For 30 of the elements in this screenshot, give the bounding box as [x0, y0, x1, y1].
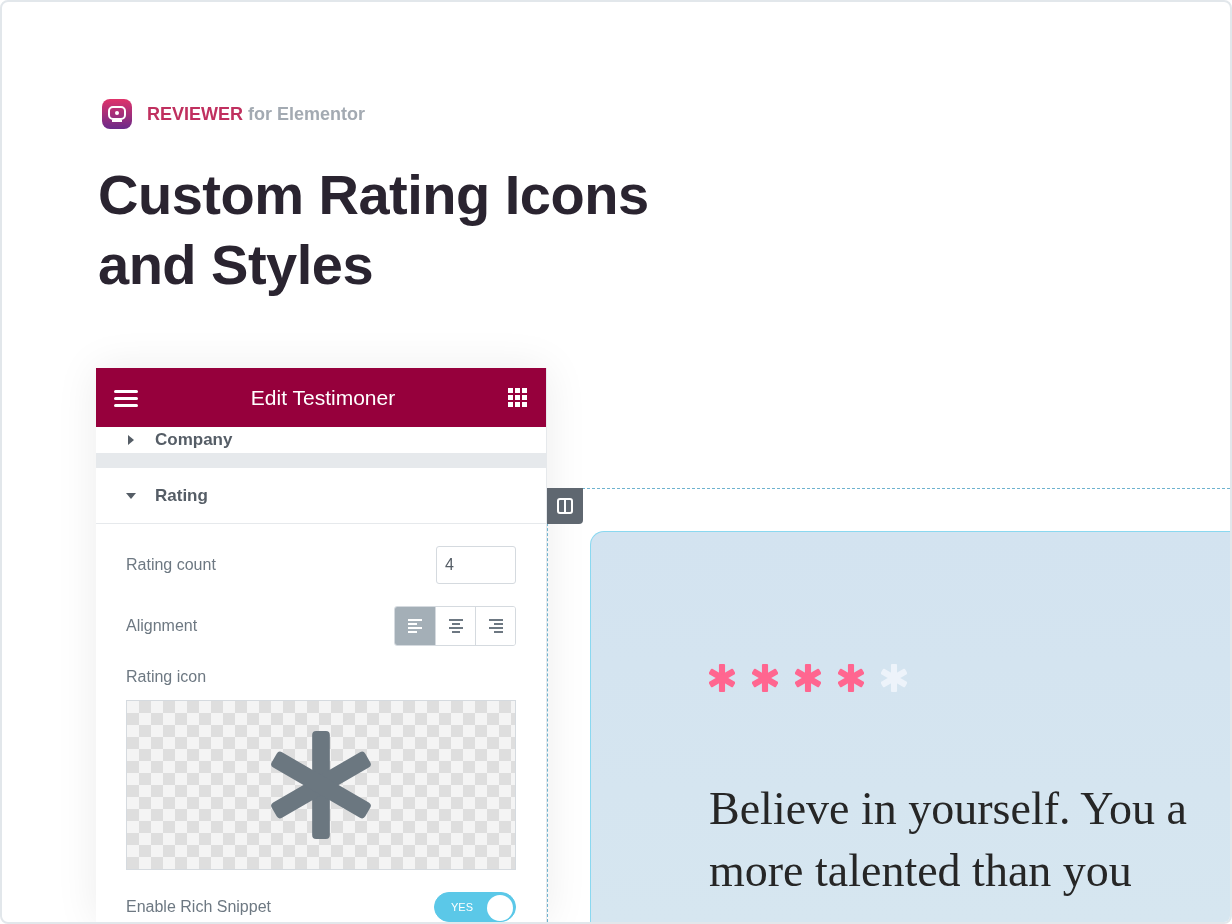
align-right-button[interactable] [475, 607, 515, 645]
align-left-icon [407, 619, 423, 633]
section-header[interactable]: Rating [96, 468, 546, 524]
menu-icon[interactable] [114, 387, 138, 408]
asterisk-icon [271, 731, 371, 839]
column-handle[interactable] [547, 488, 583, 524]
align-center-icon [447, 619, 464, 633]
asterisk-icon [795, 664, 821, 692]
field-label: Rating icon [126, 668, 207, 686]
icon-picker[interactable] [126, 700, 516, 870]
rating-count-field[interactable]: 4 [436, 546, 516, 584]
page-title: Custom Rating Icons [98, 162, 649, 228]
field-label: Rating count [126, 556, 216, 574]
alignment-control[interactable] [394, 606, 516, 646]
align-right-icon [487, 619, 504, 633]
asterisk-icon [881, 664, 907, 692]
quote-text: more talented than you [709, 844, 1132, 898]
quote-text: Believe in yourself. You a [709, 782, 1187, 836]
panel-title: Edit Testimoner [250, 385, 396, 410]
asterisk-icon [709, 664, 735, 692]
brand-suffix: for Elementor [248, 103, 366, 125]
section-header[interactable]: Company [96, 427, 546, 454]
field-label: Alignment [126, 617, 198, 635]
asterisk-icon [838, 664, 864, 692]
brand-name: REVIEWER [147, 103, 243, 125]
field-label: Enable Rich Snippet [126, 898, 271, 916]
page-title: and Styles [98, 232, 374, 298]
grid-icon[interactable] [508, 387, 528, 408]
asterisk-icon [752, 664, 778, 692]
logo-icon [102, 99, 132, 129]
